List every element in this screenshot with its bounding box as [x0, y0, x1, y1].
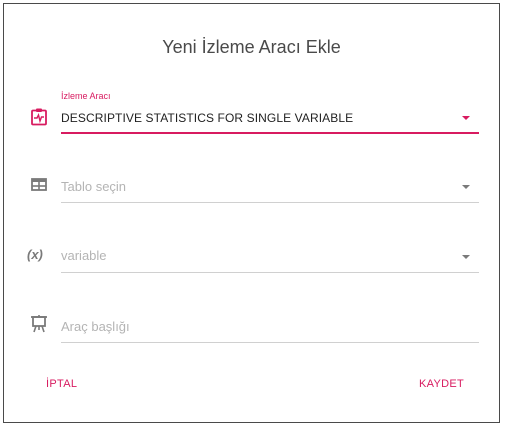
table-icon [31, 178, 47, 191]
table-select-underline [61, 202, 479, 203]
save-button[interactable]: KAYDET [417, 374, 466, 394]
variable-select-placeholder: variable [61, 248, 107, 263]
table-select-placeholder: Tablo seçin [61, 179, 127, 194]
table-select[interactable]: Tablo seçin [4, 162, 499, 212]
tool-title-placeholder: Araç başlığı [61, 319, 130, 334]
presentation-icon [31, 315, 47, 333]
dialog-title: Yeni İzleme Aracı Ekle [162, 37, 341, 57]
monitor-tool-value: DESCRIPTIVE STATISTICS FOR SINGLE VARIAB… [61, 111, 354, 125]
variable-select-underline [61, 272, 479, 273]
monitor-tool-underline [61, 132, 479, 134]
cancel-button[interactable]: İPTAL [44, 374, 79, 394]
monitor-tool-label: İzleme Aracı [61, 91, 111, 101]
variable-icon: (x) [27, 247, 43, 262]
clipboard-pulse-icon [31, 108, 47, 126]
monitor-tool-select[interactable]: İzleme Aracı DESCRIPTIVE STATISTICS FOR … [4, 86, 499, 136]
dropdown-arrow-icon[interactable] [462, 185, 470, 189]
add-monitor-tool-dialog: Yeni İzleme Aracı Ekle İzleme Aracı DESC… [3, 3, 500, 423]
dropdown-arrow-icon[interactable] [462, 116, 470, 120]
variable-select[interactable]: (x) variable [4, 232, 499, 282]
tool-title-input[interactable]: Araç başlığı [4, 302, 499, 352]
dropdown-arrow-icon[interactable] [462, 255, 470, 259]
tool-title-underline [61, 342, 479, 343]
